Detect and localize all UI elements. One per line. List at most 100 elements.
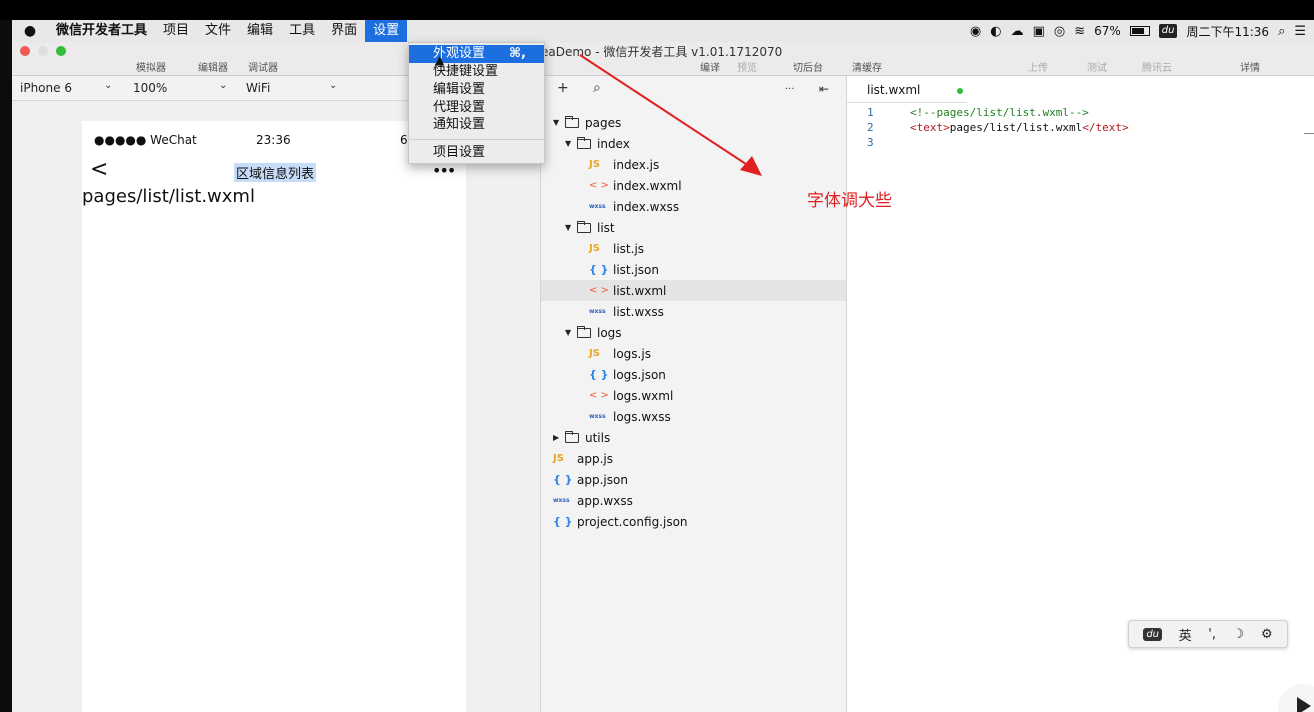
tree-file[interactable]: JS list.js xyxy=(541,238,846,259)
menu-settings[interactable]: 设置 xyxy=(365,20,408,42)
folder-open-icon xyxy=(565,115,579,128)
battery-icon[interactable] xyxy=(1129,26,1150,36)
tree-file[interactable]: wxss list.wxss xyxy=(541,301,846,322)
add-file-icon[interactable]: + xyxy=(557,80,569,96)
background-button[interactable]: 切后台 xyxy=(793,59,823,74)
tree-folder[interactable]: ▶ utils xyxy=(541,427,846,448)
record-icon[interactable]: ◉ xyxy=(970,24,981,39)
apple-icon[interactable]: ● xyxy=(12,20,48,42)
tree-item-label: app.wxss xyxy=(577,493,633,508)
test-button[interactable]: 测试 xyxy=(1087,59,1107,74)
upload-button[interactable]: 上传 xyxy=(1028,59,1048,74)
menubar-clock[interactable]: 周二下午11:36 xyxy=(1186,23,1269,40)
network-chevron-down-icon[interactable]: ⌄ xyxy=(329,80,337,91)
window-titlebar: eaDemo - 微信开发者工具 v1.01.1712070 模拟器 编辑器 调… xyxy=(12,42,1314,76)
tree-file[interactable]: wxss index.wxss xyxy=(541,196,846,217)
moon-icon[interactable]: ☽ xyxy=(1233,627,1245,642)
folder-open-icon xyxy=(577,136,591,149)
ime-language-toggle[interactable]: 英 xyxy=(1179,625,1192,644)
search-icon[interactable]: ⌕ xyxy=(593,80,601,96)
editor-tab[interactable]: list.wxml xyxy=(847,76,967,103)
code-line[interactable]: 1 <!--pages/list/list.wxml--> xyxy=(847,106,1314,121)
tree-file[interactable]: { } list.json xyxy=(541,259,846,280)
code-line[interactable]: 2 <text>pages/list/list.wxml</text> xyxy=(847,121,1314,136)
compile-button[interactable]: 编译 xyxy=(700,59,720,74)
network-select[interactable]: WiFi xyxy=(246,81,270,95)
more-icon[interactable]: ··· xyxy=(785,84,795,95)
menu-project[interactable]: 项目 xyxy=(155,20,197,42)
tree-file[interactable]: { } project.config.json xyxy=(541,511,846,532)
menu-file[interactable]: 文件 xyxy=(197,20,239,42)
menu-item-proxy-settings[interactable]: 代理设置 xyxy=(409,99,544,117)
wxml-file-icon: < > xyxy=(589,285,609,296)
tree-item-label: app.json xyxy=(577,472,628,487)
zoom-select[interactable]: 100% xyxy=(133,81,167,95)
ime-punctuation-toggle[interactable]: ', xyxy=(1208,627,1216,642)
chevron-down-icon[interactable]: ▼ xyxy=(565,223,577,232)
spotlight-search-icon[interactable]: ⌕ xyxy=(1278,24,1285,39)
device-chevron-down-icon[interactable]: ⌄ xyxy=(104,80,112,91)
shield-icon[interactable]: ◎ xyxy=(1054,24,1065,39)
zoom-chevron-down-icon[interactable]: ⌄ xyxy=(219,80,227,91)
tree-file[interactable]: { } logs.json xyxy=(541,364,846,385)
details-button[interactable]: 详情 xyxy=(1240,59,1260,74)
app-tray-icon[interactable]: ◐ xyxy=(990,24,1001,39)
menu-item-shortcut-settings[interactable]: 快捷键设置 xyxy=(409,63,544,81)
code-editor[interactable]: list.wxml 1 <!--pages/list/list.wxml--> … xyxy=(847,76,1314,712)
back-arrow-icon[interactable]: < xyxy=(90,159,108,181)
tree-file[interactable]: JS app.js xyxy=(541,448,846,469)
collapse-panel-icon[interactable]: ⇤ xyxy=(819,82,829,96)
tencent-cloud-button[interactable]: 腾讯云 xyxy=(1142,59,1172,74)
menu-edit[interactable]: 编辑 xyxy=(239,20,281,42)
tree-folder[interactable]: ▼ list xyxy=(541,217,846,238)
phone-screen[interactable]: ●●●●● WeChat 23:36 6 < 区域信息列表 ••• pages/… xyxy=(82,121,466,712)
tree-folder[interactable]: ▼ logs xyxy=(541,322,846,343)
menu-item-editor-settings[interactable]: 编辑设置 xyxy=(409,81,544,99)
menu-app-name[interactable]: 微信开发者工具 xyxy=(48,20,155,42)
menu-item-project-settings[interactable]: 项目设置 xyxy=(409,144,544,162)
cloud-icon[interactable]: ☁ xyxy=(1011,24,1024,39)
tree-file[interactable]: < > list.wxml xyxy=(541,280,846,301)
minimize-window-button[interactable] xyxy=(38,46,48,56)
tree-file[interactable]: JS logs.js xyxy=(541,343,846,364)
notification-list-icon[interactable]: ☰ xyxy=(1294,24,1306,39)
settings-dropdown-menu: 外观设置 ⌘, ▲ 快捷键设置 编辑设置 代理设置 通知设置 项目设置 xyxy=(408,42,545,164)
preview-button[interactable]: 预览 xyxy=(737,59,757,74)
tree-file[interactable]: JS index.js xyxy=(541,154,846,175)
tree-file[interactable]: wxss logs.wxss xyxy=(541,406,846,427)
device-select[interactable]: iPhone 6 xyxy=(20,81,72,95)
menu-item-shortcut: ⌘, xyxy=(509,46,526,61)
chevron-right-icon[interactable]: ▶ xyxy=(553,433,565,442)
tree-file[interactable]: { } app.json xyxy=(541,469,846,490)
menu-item-appearance-settings[interactable]: 外观设置 ⌘, ▲ xyxy=(409,45,544,67)
du-input-icon[interactable]: du xyxy=(1158,24,1178,38)
tree-file[interactable]: < > index.wxml xyxy=(541,175,846,196)
tree-item-label: logs.json xyxy=(613,367,666,382)
tree-folder[interactable]: ▼ index xyxy=(541,133,846,154)
scrollbar-marker[interactable] xyxy=(1304,133,1314,134)
chevron-down-icon[interactable]: ▼ xyxy=(553,118,565,127)
menu-item-notification-settings[interactable]: 通知设置 xyxy=(409,116,544,134)
tab-simulator[interactable]: 模拟器 xyxy=(136,59,166,74)
clear-cache-button[interactable]: 清缓存 xyxy=(852,59,882,74)
tree-folder[interactable]: ▼ pages xyxy=(541,112,846,133)
gear-icon[interactable]: ⚙ xyxy=(1261,627,1273,642)
tree-item-label: app.js xyxy=(577,451,613,466)
tab-editor[interactable]: 编辑器 xyxy=(198,59,228,74)
display-icon[interactable]: ▣ xyxy=(1033,24,1045,39)
zoom-window-button[interactable] xyxy=(56,46,66,56)
top-black-bar xyxy=(0,0,1314,20)
chevron-down-icon[interactable]: ▼ xyxy=(565,139,577,148)
code-text: pages/list/list.wxml xyxy=(949,121,1083,134)
close-window-button[interactable] xyxy=(20,46,30,56)
menu-interface[interactable]: 界面 xyxy=(323,20,365,42)
chevron-down-icon[interactable]: ▼ xyxy=(565,328,577,337)
code-line[interactable]: 3 xyxy=(847,136,1314,151)
tab-debugger[interactable]: 调试器 xyxy=(248,59,278,74)
tree-file[interactable]: wxss app.wxss xyxy=(541,490,846,511)
json-file-icon: { } xyxy=(589,368,609,381)
wifi-icon[interactable]: ≋ xyxy=(1074,24,1085,39)
du-ime-icon[interactable]: du xyxy=(1143,627,1162,641)
tree-file[interactable]: < > logs.wxml xyxy=(541,385,846,406)
menu-tools[interactable]: 工具 xyxy=(281,20,323,42)
